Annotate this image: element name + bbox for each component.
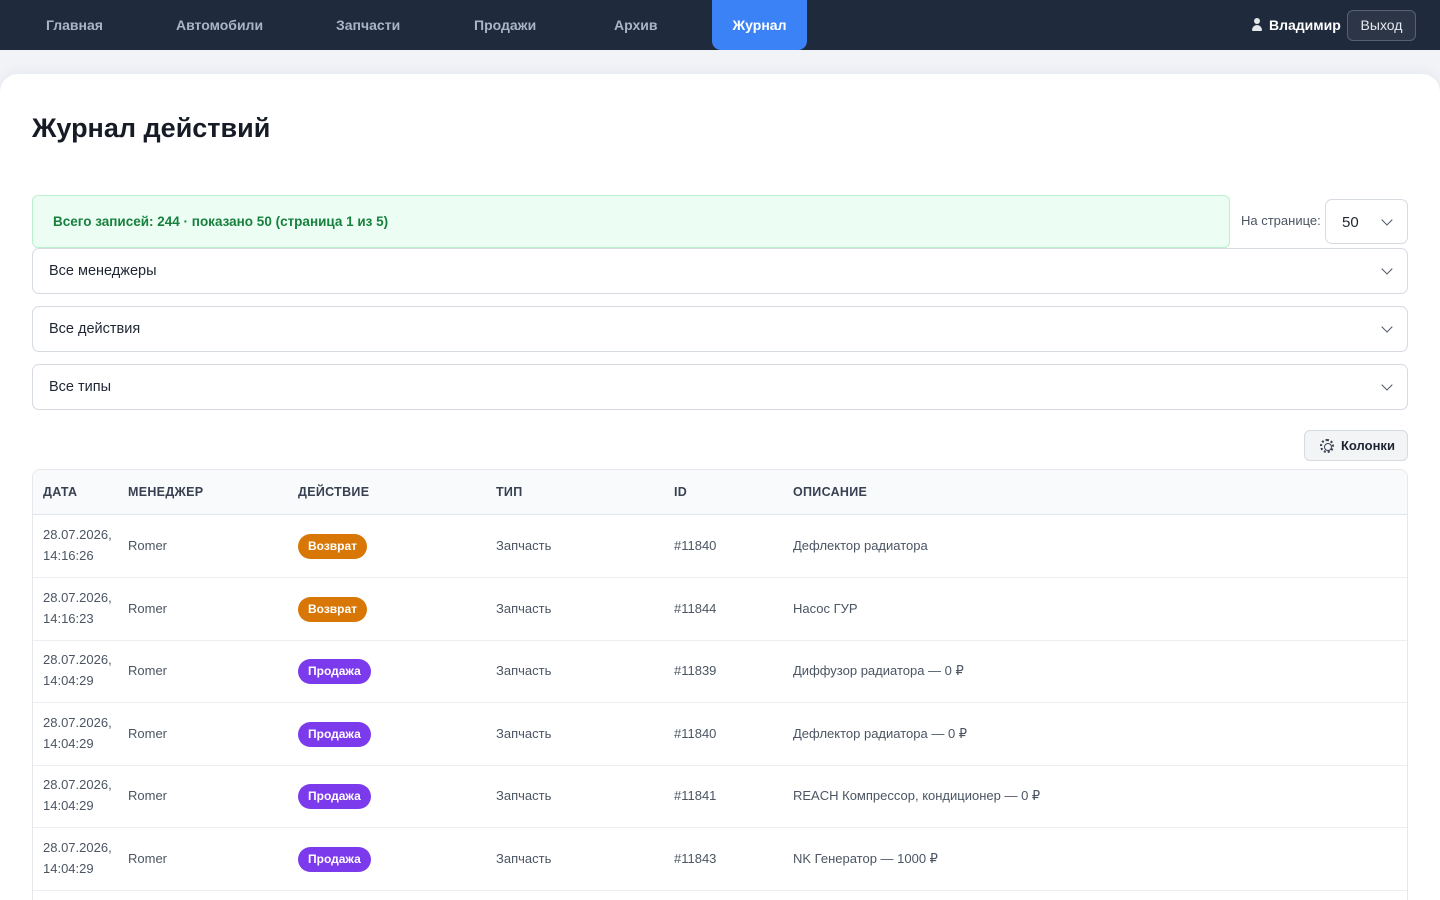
row-id[interactable]: #11841 [674,788,716,803]
manager-filter-select[interactable]: Все менеджеры [32,248,1408,294]
row-description: REACH Компрессор, кондиционер — 0 ₽ [793,788,1041,803]
header-description[interactable]: ОПИСАНИЕ [793,485,867,499]
action-badge: Продажа [298,847,371,872]
table-header: ДАТА МЕНЕДЖЕР ДЕЙСТВИЕ ТИП ID ОПИСАНИЕ [33,470,1407,515]
per-page-label: На странице: [1241,213,1321,228]
row-date: 28.07.2026, 14:16:23 [43,590,112,626]
row-date: 28.07.2026, 14:04:29 [43,652,112,688]
row-manager: Romer [128,726,168,741]
manager-filter-value: Все менеджеры [49,263,157,279]
action-badge: Продажа [298,722,371,747]
row-id[interactable]: #11839 [674,663,716,678]
row-date: 28.07.2026, 14:04:29 [43,840,112,876]
header-manager[interactable]: МЕНЕДЖЕР [128,485,203,499]
header-id[interactable]: ID [674,485,687,499]
records-summary: Всего записей: 244 · показано 50 (страни… [32,195,1230,248]
action-badge: Возврат [298,597,368,622]
columns-button-label: Колонки [1341,438,1395,453]
row-manager: Romer [128,538,168,553]
row-id[interactable]: #11843 [674,851,716,866]
action-badge: Продажа [298,784,371,809]
row-description: Дефлектор радиатора — 0 ₽ [793,726,968,741]
row-id[interactable]: #11840 [674,538,716,553]
row-manager: Romer [128,851,168,866]
type-filter-value: Все типы [49,379,112,395]
table-row[interactable]: 28.07.2026, 14:04:29 Romer Продажа Запчас… [33,828,1407,891]
row-date: 28.07.2026, 14:04:29 [43,777,112,813]
row-type: Запчасть [496,851,552,866]
chevron-down-icon [1381,214,1393,226]
page-title: Журнал действий [32,113,271,143]
gear-icon [1320,439,1334,453]
chevron-down-icon [1381,263,1393,275]
action-filter-select[interactable]: Все действия [32,306,1408,352]
row-type: Запчасть [496,663,552,678]
table-row[interactable]: 28.07.2026, 14:04:29 Romer Продажа Запчас… [33,703,1407,766]
row-description: Диффузор радиатора — 0 ₽ [793,663,964,678]
nav-item-journal[interactable]: Журнал [712,0,807,50]
table-row[interactable]: 28.07.2026, 14:16:26 Romer Возврат Запчас… [33,515,1407,578]
row-date: 28.07.2026, 14:04:29 [43,715,112,751]
row-type: Запчасть [496,601,552,616]
journal-table: ДАТА МЕНЕДЖЕР ДЕЙСТВИЕ ТИП ID ОПИСАНИЕ 2… [32,469,1408,900]
current-user: Владимир [1251,0,1341,50]
nav-item-sales[interactable]: Продажи [474,0,536,50]
row-date: 28.07.2026, 14:16:26 [43,527,112,563]
user-icon [1251,18,1263,31]
columns-button[interactable]: Колонки [1304,430,1408,461]
top-navbar: Главная Автомобили Запчасти Продажи Архи… [0,0,1440,50]
table-row[interactable]: 28.07.2026, 14:04:29 Romer Продажа Запчас… [33,765,1407,828]
action-badge: Возврат [298,534,368,559]
action-filter-value: Все действия [49,321,141,337]
user-name: Владимир [1269,17,1341,33]
row-id[interactable]: #11840 [674,726,716,741]
row-description: Дефлектор радиатора [793,538,928,553]
nav-item-home[interactable]: Главная [46,0,103,50]
header-date[interactable]: ДАТА [43,485,77,499]
table-row[interactable]: 28.07.2026, 14:16:23 Romer Возврат Запчас… [33,578,1407,641]
row-description: NK Генератор — 1000 ₽ [793,851,938,866]
chevron-down-icon [1381,321,1393,333]
per-page-value: 50 [1342,214,1359,231]
row-type: Запчасть [496,726,552,741]
row-manager: Romer [128,663,168,678]
row-description: Насос ГУР [793,601,858,616]
logout-button[interactable]: Выход [1347,10,1416,41]
table-row[interactable]: 28.07.2026, 14:04:29 Romer Продажа Запчас… [33,640,1407,703]
type-filter-select[interactable]: Все типы [32,364,1408,410]
chevron-down-icon [1381,379,1393,391]
header-action[interactable]: ДЕЙСТВИЕ [298,485,369,499]
per-page-select[interactable]: 50 [1325,199,1408,244]
row-manager: Romer [128,601,168,616]
nav-item-archive[interactable]: Архив [614,0,657,50]
nav-item-parts[interactable]: Запчасти [336,0,400,50]
row-id[interactable]: #11844 [674,601,716,616]
header-type[interactable]: ТИП [496,485,523,499]
row-type: Запчасть [496,538,552,553]
action-badge: Продажа [298,659,371,684]
nav-item-cars[interactable]: Автомобили [176,0,263,50]
row-type: Запчасть [496,788,552,803]
row-manager: Romer [128,788,168,803]
